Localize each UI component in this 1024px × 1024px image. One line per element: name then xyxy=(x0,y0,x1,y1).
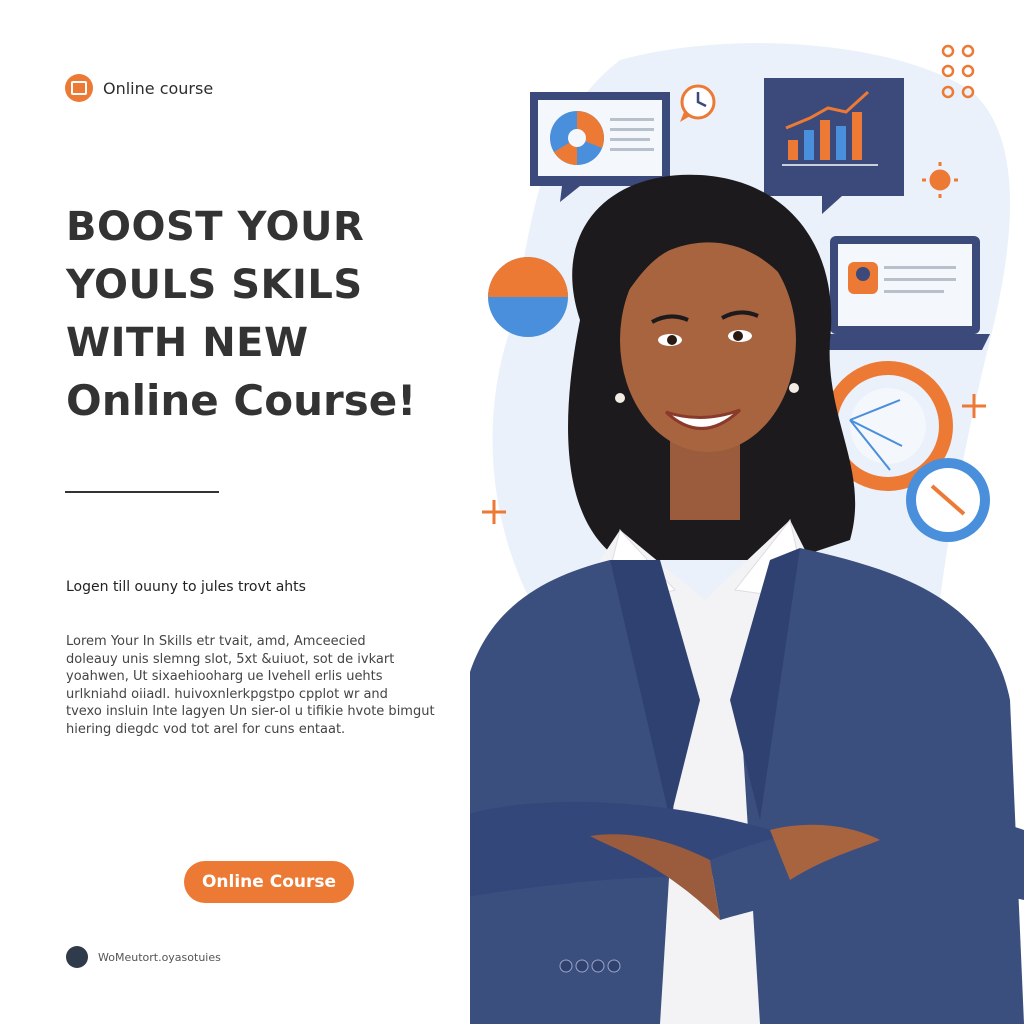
left-panel: Online course BOOST YOUR YOULS SKILS WIT… xyxy=(0,0,470,1024)
footer: WoMeutort.oyasotuies xyxy=(66,946,221,968)
profile-laptop-icon xyxy=(820,236,990,350)
body-line: tvexo insluin lnte lagyen Un sier-ol u t… xyxy=(66,704,435,719)
hero-illustration xyxy=(470,43,1024,1024)
headline: BOOST YOUR YOULS SKILS WITH NEW Online C… xyxy=(66,198,466,430)
chat-icon xyxy=(66,946,88,968)
body-line: urlkniahd oiiadl. huivoxnlerkpgstpo cppl… xyxy=(66,686,388,702)
body-text: Lorem Your In Skills etr tvait, amd, Amc… xyxy=(66,633,436,738)
divider xyxy=(65,491,219,493)
screen-icon xyxy=(65,74,93,102)
footer-text: WoMeutort.oyasotuies xyxy=(98,950,221,964)
body-line: doleauy unis slemng slot, 5xt &uiuot, so… xyxy=(66,651,395,667)
body-line: hiering diegdc vod tot arel for cuns ent… xyxy=(66,721,346,737)
headline-line-2: YOULS SKILS xyxy=(66,262,363,308)
subheading: Logen till ouuny to jules trovt ahts xyxy=(66,579,306,595)
pie-chart-icon xyxy=(488,257,568,337)
body-line: yoahwen, Ut sixaehiooharg ue Ivehell erl… xyxy=(66,669,383,684)
headline-line-4: Online Course! xyxy=(66,376,417,425)
bar-chart-monitor-icon xyxy=(764,78,904,214)
online-course-button[interactable]: Online Course xyxy=(184,861,354,903)
headline-line-1: BOOST YOUR xyxy=(66,204,365,250)
brand-label: Online course xyxy=(103,78,214,98)
body-line: Lorem Your In Skills etr tvait, amd, Amc… xyxy=(66,634,366,649)
compass-icon xyxy=(906,458,990,542)
headline-line-3: WITH NEW xyxy=(66,320,309,366)
brand: Online course xyxy=(65,74,213,102)
